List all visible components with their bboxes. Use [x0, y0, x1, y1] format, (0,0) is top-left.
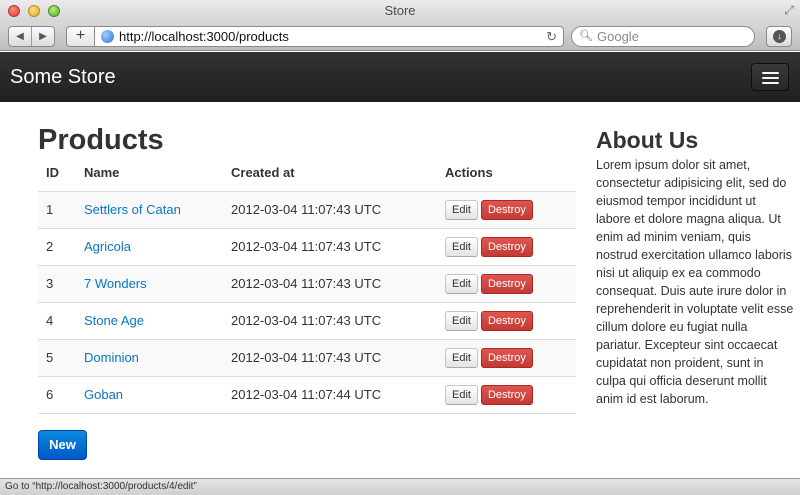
- about-us-heading: About Us: [596, 127, 699, 153]
- page-title: Products: [38, 124, 164, 156]
- search-input[interactable]: [597, 28, 747, 45]
- download-icon: ↓: [773, 30, 786, 43]
- downloads-button[interactable]: ↓: [766, 26, 792, 47]
- hamburger-menu-icon[interactable]: [751, 63, 789, 91]
- url-text[interactable]: http://localhost:3000/products: [119, 27, 289, 46]
- destroy-button[interactable]: Destroy: [480, 347, 533, 368]
- table-row: 6 Goban 2012-03-04 11:07:44 UTC Edit Dest…: [38, 375, 576, 414]
- edit-button[interactable]: Edit: [445, 310, 478, 331]
- forward-arrow-icon[interactable]: ▶: [32, 27, 54, 46]
- created-at: 2012-03-04 11:07:43 UTC: [223, 338, 437, 376]
- product-name-link[interactable]: Dominion: [84, 350, 139, 365]
- site-navbar: Some Store: [0, 52, 800, 102]
- window-titlebar: Store ⤢: [0, 0, 800, 22]
- menu-bar: [762, 77, 779, 79]
- table-row: 3 7 Wonders 2012-03-04 11:07:43 UTC Edit…: [38, 264, 576, 302]
- edit-button[interactable]: Edit: [445, 384, 478, 405]
- edit-button[interactable]: Edit: [445, 273, 478, 294]
- destroy-button[interactable]: Destroy: [480, 384, 533, 405]
- created-at: 2012-03-04 11:07:43 UTC: [223, 264, 437, 302]
- table-row: 1 Settlers of Catan 2012-03-04 11:07:43 …: [38, 190, 576, 228]
- product-name-link[interactable]: Agricola: [84, 239, 131, 254]
- product-id: 6: [38, 375, 76, 414]
- search-icon: 🔍︎: [579, 30, 593, 42]
- edit-button[interactable]: Edit: [445, 347, 478, 368]
- created-at: 2012-03-04 11:07:43 UTC: [223, 190, 437, 228]
- products-table: ID Name Created at Actions 1 Settlers of…: [38, 155, 576, 414]
- destroy-button[interactable]: Destroy: [480, 199, 533, 220]
- edit-button[interactable]: Edit: [445, 236, 478, 257]
- globe-icon: [101, 30, 114, 43]
- product-name-link[interactable]: 7 Wonders: [84, 276, 147, 291]
- product-id: 4: [38, 301, 76, 339]
- browser-toolbar: ◀ ▶ + http://localhost:3000/products ↻ 🔍…: [0, 22, 800, 51]
- destroy-button[interactable]: Destroy: [480, 273, 533, 294]
- table-header-row: ID Name Created at Actions: [38, 155, 576, 191]
- column-header-actions: Actions: [445, 165, 493, 181]
- menu-bar: [762, 82, 779, 84]
- status-bar: Go to “http://localhost:3000/products/4/…: [0, 478, 800, 495]
- column-header-created-at: Created at: [231, 165, 295, 181]
- destroy-button[interactable]: Destroy: [480, 310, 533, 331]
- minimize-window-button[interactable]: [28, 5, 40, 17]
- search-field[interactable]: 🔍︎: [571, 26, 755, 47]
- window-title: Store: [384, 3, 416, 18]
- back-arrow-icon[interactable]: ◀: [9, 27, 32, 46]
- address-bar[interactable]: http://localhost:3000/products ↻: [94, 26, 564, 47]
- product-id: 2: [38, 227, 76, 265]
- created-at: 2012-03-04 11:07:43 UTC: [223, 301, 437, 339]
- table-row: 2 Agricola 2012-03-04 11:07:43 UTC Edit D…: [38, 227, 576, 265]
- add-bookmark-button[interactable]: +: [66, 26, 94, 47]
- product-name-link[interactable]: Settlers of Catan: [84, 202, 181, 217]
- brand-link[interactable]: Some Store: [10, 52, 116, 102]
- fullscreen-icon[interactable]: ⤢: [784, 3, 794, 17]
- table-row: 4 Stone Age 2012-03-04 11:07:43 UTC Edit…: [38, 301, 576, 339]
- new-product-button[interactable]: New: [38, 430, 87, 460]
- product-id: 5: [38, 338, 76, 376]
- destroy-button[interactable]: Destroy: [480, 236, 533, 257]
- created-at: 2012-03-04 11:07:43 UTC: [223, 227, 437, 265]
- history-navigation: ◀ ▶: [8, 26, 55, 47]
- column-header-name: Name: [84, 165, 120, 181]
- edit-button[interactable]: Edit: [445, 199, 478, 220]
- reload-icon[interactable]: ↻: [546, 27, 557, 46]
- product-name-link[interactable]: Stone Age: [84, 313, 144, 328]
- column-header-id: ID: [46, 165, 59, 181]
- product-id: 1: [38, 190, 76, 228]
- about-us-text: Lorem ipsum dolor sit amet, consectetur …: [596, 158, 794, 406]
- status-text: Go to “http://localhost:3000/products/4/…: [5, 481, 197, 492]
- product-id: 3: [38, 264, 76, 302]
- menu-bar: [762, 72, 779, 74]
- zoom-window-button[interactable]: [48, 5, 60, 17]
- close-window-button[interactable]: [8, 5, 20, 17]
- product-name-link[interactable]: Goban: [84, 387, 123, 402]
- table-row: 5 Dominion 2012-03-04 11:07:43 UTC Edit D…: [38, 338, 576, 376]
- created-at: 2012-03-04 11:07:44 UTC: [223, 375, 437, 414]
